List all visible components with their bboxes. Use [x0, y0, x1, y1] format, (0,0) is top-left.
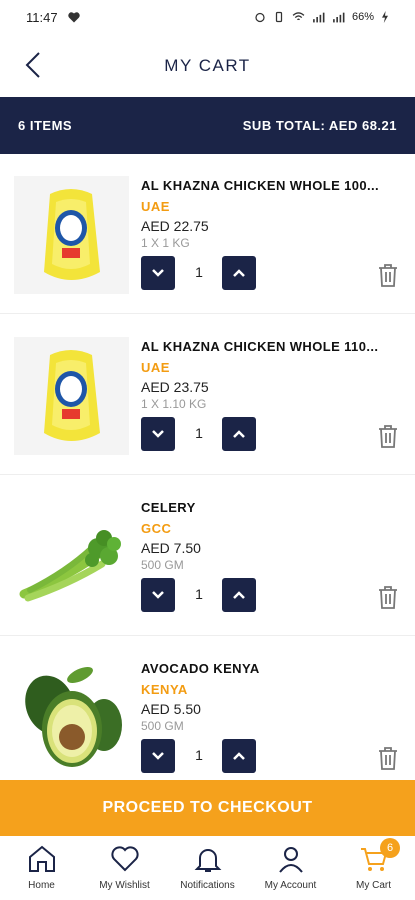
- alarm-icon: [255, 12, 265, 23]
- product-image[interactable]: [14, 498, 129, 616]
- nav-cart-label: My Cart: [356, 880, 391, 891]
- bottom-nav: Home My Wishlist Notifications My Accoun…: [0, 836, 415, 900]
- heart-icon: [110, 846, 139, 872]
- product-price: AED 5.50: [141, 701, 201, 717]
- vibrate-icon: [275, 11, 283, 23]
- checkout-button[interactable]: PROCEED TO CHECKOUT: [0, 780, 415, 836]
- wifi-icon: [292, 12, 305, 21]
- product-unit: 1 X 1 KG: [141, 236, 190, 250]
- nav-home[interactable]: Home: [0, 836, 83, 900]
- chevron-down-icon: [152, 752, 164, 760]
- nav-wishlist[interactable]: My Wishlist: [83, 836, 166, 900]
- quantity-value: 1: [195, 747, 203, 763]
- product-image[interactable]: [14, 176, 129, 294]
- chevron-down-icon: [152, 430, 164, 438]
- home-icon: [28, 845, 55, 872]
- remove-item-button[interactable]: [376, 745, 400, 771]
- chevron-down-icon: [152, 591, 164, 599]
- product-image[interactable]: [14, 659, 129, 777]
- page-title: MY CART: [164, 56, 251, 75]
- nav-wishlist-label: My Wishlist: [99, 880, 150, 891]
- status-bar: 11:47 66%: [0, 0, 415, 34]
- increase-quantity-button[interactable]: [222, 739, 256, 773]
- remove-item-button[interactable]: [376, 262, 400, 288]
- heart-status-icon: [67, 11, 80, 22]
- product-name[interactable]: AL KHAZNA CHICKEN WHOLE 100...: [141, 178, 401, 193]
- product-price: AED 7.50: [141, 540, 201, 556]
- chicken-image: [14, 337, 129, 455]
- product-origin: UAE: [141, 360, 170, 375]
- product-unit: 500 GM: [141, 558, 184, 572]
- header: MY CART: [0, 34, 415, 97]
- celery-image: [14, 498, 129, 616]
- chevron-up-icon: [233, 752, 245, 760]
- product-image[interactable]: [14, 337, 129, 455]
- trash-icon: [379, 747, 397, 770]
- increase-quantity-button[interactable]: [222, 417, 256, 451]
- signal-2-icon: [333, 12, 345, 23]
- cart-item: AVOCADO KENYA KENYA AED 5.50 500 GM 1: [0, 637, 415, 780]
- quantity-value: 1: [195, 264, 203, 280]
- nav-home-label: Home: [28, 880, 55, 891]
- signal-icon: [313, 12, 325, 23]
- product-origin: KENYA: [141, 682, 188, 697]
- status-time: 11:47: [26, 9, 58, 25]
- product-price: AED 23.75: [141, 379, 209, 395]
- product-origin: GCC: [141, 521, 172, 536]
- avocado-image: [14, 659, 129, 777]
- user-icon: [278, 847, 303, 873]
- nav-notifications[interactable]: Notifications: [166, 836, 249, 900]
- trash-icon: [379, 264, 397, 287]
- cart-item: AL KHAZNA CHICKEN WHOLE 110... UAE AED 2…: [0, 315, 415, 475]
- product-origin: UAE: [141, 199, 170, 214]
- increase-quantity-button[interactable]: [222, 256, 256, 290]
- cart-badge: 6: [380, 838, 400, 858]
- chicken-image: [14, 176, 129, 294]
- items-count: 6 ITEMS: [18, 118, 73, 133]
- product-unit: 1 X 1.10 KG: [141, 397, 207, 411]
- decrease-quantity-button[interactable]: [141, 256, 175, 290]
- remove-item-button[interactable]: [376, 423, 400, 449]
- bell-icon: [194, 849, 221, 872]
- increase-quantity-button[interactable]: [222, 578, 256, 612]
- subtotal: SUB TOTAL: AED 68.21: [242, 118, 397, 133]
- chevron-up-icon: [233, 430, 245, 438]
- decrease-quantity-button[interactable]: [141, 417, 175, 451]
- product-name[interactable]: AVOCADO KENYA: [141, 661, 401, 676]
- product-name[interactable]: AL KHAZNA CHICKEN WHOLE 110...: [141, 339, 401, 354]
- quantity-value: 1: [195, 586, 203, 602]
- product-price: AED 22.75: [141, 218, 209, 234]
- cart-item: CELERY GCC AED 7.50 500 GM 1: [0, 476, 415, 636]
- product-name[interactable]: CELERY: [141, 500, 401, 515]
- nav-account[interactable]: My Account: [249, 836, 332, 900]
- battery-percent: 66%: [351, 11, 374, 23]
- quantity-value: 1: [195, 425, 203, 441]
- nav-account-label: My Account: [264, 880, 317, 891]
- chevron-up-icon: [233, 591, 245, 599]
- charging-icon: [382, 11, 388, 23]
- decrease-quantity-button[interactable]: [141, 739, 175, 773]
- trash-icon: [379, 586, 397, 609]
- chevron-up-icon: [233, 269, 245, 277]
- cart-list[interactable]: AL KHAZNA CHICKEN WHOLE 100... UAE AED 2…: [0, 154, 415, 780]
- cart-item: AL KHAZNA CHICKEN WHOLE 100... UAE AED 2…: [0, 154, 415, 314]
- trash-icon: [379, 425, 397, 448]
- nav-notifications-label: Notifications: [180, 880, 235, 891]
- product-unit: 500 GM: [141, 719, 184, 733]
- cart-summary-bar: 6 ITEMS SUB TOTAL: AED 68.21: [0, 97, 415, 154]
- chevron-down-icon: [152, 269, 164, 277]
- remove-item-button[interactable]: [376, 584, 400, 610]
- decrease-quantity-button[interactable]: [141, 578, 175, 612]
- nav-cart[interactable]: 6 My Cart: [332, 836, 415, 900]
